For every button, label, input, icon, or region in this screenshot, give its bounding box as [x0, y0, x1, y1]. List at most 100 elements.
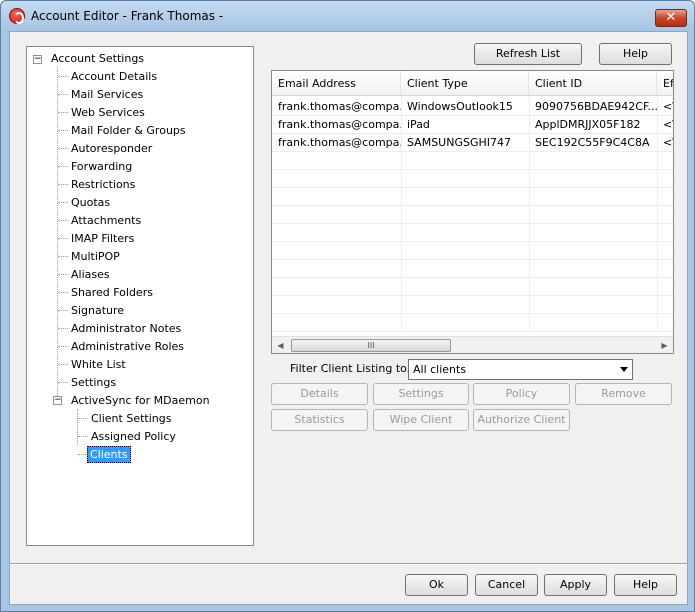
tree-item-account-settings[interactable]: Account Settings	[49, 50, 146, 67]
empty-row	[272, 296, 673, 314]
authorize-client-button[interactable]: Authorize Client	[473, 409, 570, 431]
cell-client-id: 9090756BDAE942CF...	[535, 100, 657, 113]
tree-connector	[78, 418, 88, 419]
empty-row	[272, 242, 673, 260]
tree-item-web-services[interactable]: Web Services	[69, 104, 147, 121]
cell-client-id: SEC192C55F9C4C8A	[535, 136, 650, 149]
tree-connector	[58, 256, 68, 257]
clients-list[interactable]: Email Address Client Type Client ID Ef f…	[271, 70, 674, 354]
tree-connector	[58, 364, 68, 365]
cell-ef: <\	[663, 100, 673, 113]
tree-connector	[58, 238, 68, 239]
title-bar[interactable]: Account Editor - Frank Thomas - ✕	[1, 1, 694, 31]
tree-connector	[58, 220, 68, 221]
tree-connector	[57, 67, 58, 398]
column-client-type[interactable]: Client Type	[401, 71, 529, 96]
table-row[interactable]: frank.thomas@compa... WindowsOutlook15 9…	[272, 98, 673, 116]
settings-button[interactable]: Settings	[373, 383, 469, 405]
tree-connector	[77, 409, 78, 445]
tree-item-multipop[interactable]: MultiPOP	[69, 248, 122, 265]
empty-row	[272, 206, 673, 224]
empty-row	[272, 170, 673, 188]
tree-item-account-details[interactable]: Account Details	[69, 68, 159, 85]
tree-connector	[58, 166, 68, 167]
cell-client-type: WindowsOutlook15	[407, 100, 513, 113]
cell-email: frank.thomas@compa...	[278, 136, 401, 149]
close-button[interactable]: ✕	[655, 9, 687, 27]
scroll-right-icon[interactable]: ▶	[656, 337, 673, 353]
table-row[interactable]: frank.thomas@compa... SAMSUNGSGHI747 SEC…	[272, 134, 673, 152]
scroll-thumb[interactable]: III	[291, 339, 451, 352]
table-row[interactable]: frank.thomas@compa... iPad ApplDMRJJX05F…	[272, 116, 673, 134]
tree-item-shared-folders[interactable]: Shared Folders	[69, 284, 155, 301]
tree-connector	[58, 94, 68, 95]
tree-item-aliases[interactable]: Aliases	[69, 266, 112, 283]
tree-item-restrictions[interactable]: Restrictions	[69, 176, 137, 193]
filter-client-select[interactable]: All clients	[408, 359, 633, 380]
cell-email: frank.thomas@compa...	[278, 100, 401, 113]
tree-item-clients[interactable]: Clients	[87, 446, 131, 463]
filter-label: Filter Client Listing to...	[290, 362, 418, 375]
window-title: Account Editor - Frank Thomas -	[31, 9, 224, 23]
refresh-list-button[interactable]: Refresh List	[474, 43, 582, 65]
filter-selected-value: All clients	[413, 363, 467, 376]
tree-item-mail-services[interactable]: Mail Services	[69, 86, 145, 103]
apply-button[interactable]: Apply	[544, 574, 607, 596]
remove-button[interactable]: Remove	[575, 383, 672, 405]
tree-item-forwarding[interactable]: Forwarding	[69, 158, 134, 175]
cell-ef: <\	[663, 118, 673, 131]
tree-connector	[58, 310, 68, 311]
tree-item-activesync[interactable]: ActiveSync for MDaemon	[69, 392, 212, 409]
tree-item-signature[interactable]: Signature	[69, 302, 126, 319]
scroll-left-icon[interactable]: ◀	[272, 337, 289, 353]
tree-item-imap-filters[interactable]: IMAP Filters	[69, 230, 136, 247]
column-client-id[interactable]: Client ID	[529, 71, 657, 96]
help-button[interactable]: Help	[614, 574, 677, 596]
column-email-address[interactable]: Email Address	[272, 71, 401, 96]
cancel-button[interactable]: Cancel	[475, 574, 538, 596]
tree-item-administrative-roles[interactable]: Administrative Roles	[69, 338, 186, 355]
tree-connector	[58, 346, 68, 347]
empty-row	[272, 260, 673, 278]
tree-item-administrator-notes[interactable]: Administrator Notes	[69, 320, 183, 337]
tree-connector	[58, 112, 68, 113]
mdaemon-app-icon	[9, 8, 25, 24]
cell-client-type: iPad	[407, 118, 430, 131]
ok-button[interactable]: Ok	[405, 574, 468, 596]
details-button[interactable]: Details	[271, 383, 368, 405]
tree-item-assigned-policy[interactable]: Assigned Policy	[89, 428, 178, 445]
collapse-icon[interactable]: −	[33, 55, 42, 64]
tree-item-settings[interactable]: Settings	[69, 374, 118, 391]
list-header: Email Address Client Type Client ID Ef	[272, 71, 673, 96]
cell-client-type: SAMSUNGSGHI747	[407, 136, 512, 149]
settings-tree[interactable]: − Account Settings Account Details Mail …	[26, 46, 254, 546]
tree-item-autoresponder[interactable]: Autoresponder	[69, 140, 154, 157]
tree-connector	[58, 382, 68, 383]
empty-row	[272, 278, 673, 296]
tree-connector	[58, 130, 68, 131]
horizontal-scrollbar[interactable]: ◀ III ▶	[272, 336, 673, 353]
tree-connector	[58, 328, 68, 329]
tree-item-white-list[interactable]: White List	[69, 356, 128, 373]
policy-button[interactable]: Policy	[473, 383, 570, 405]
tree-connector	[58, 202, 68, 203]
statistics-button[interactable]: Statistics	[271, 409, 368, 431]
tree-connector	[58, 184, 68, 185]
tree-item-quotas[interactable]: Quotas	[69, 194, 112, 211]
tree-item-client-settings[interactable]: Client Settings	[89, 410, 173, 427]
cell-email: frank.thomas@compa...	[278, 118, 401, 131]
tree-item-mail-folder-groups[interactable]: Mail Folder & Groups	[69, 122, 188, 139]
cell-client-id: ApplDMRJJX05F182	[535, 118, 641, 131]
tree-connector	[78, 436, 88, 437]
tree-connector	[58, 148, 68, 149]
account-editor-window: Account Editor - Frank Thomas - ✕ − Acco…	[0, 0, 695, 612]
dialog-body: − Account Settings Account Details Mail …	[9, 31, 688, 605]
wipe-client-button[interactable]: Wipe Client	[373, 409, 469, 431]
tree-item-attachments[interactable]: Attachments	[69, 212, 143, 229]
column-ef[interactable]: Ef	[657, 71, 673, 96]
footer-separator	[10, 563, 687, 565]
tree-connector	[58, 76, 68, 77]
help-top-button[interactable]: Help	[599, 43, 672, 65]
collapse-icon[interactable]: −	[53, 396, 62, 405]
tree-connector	[58, 292, 68, 293]
